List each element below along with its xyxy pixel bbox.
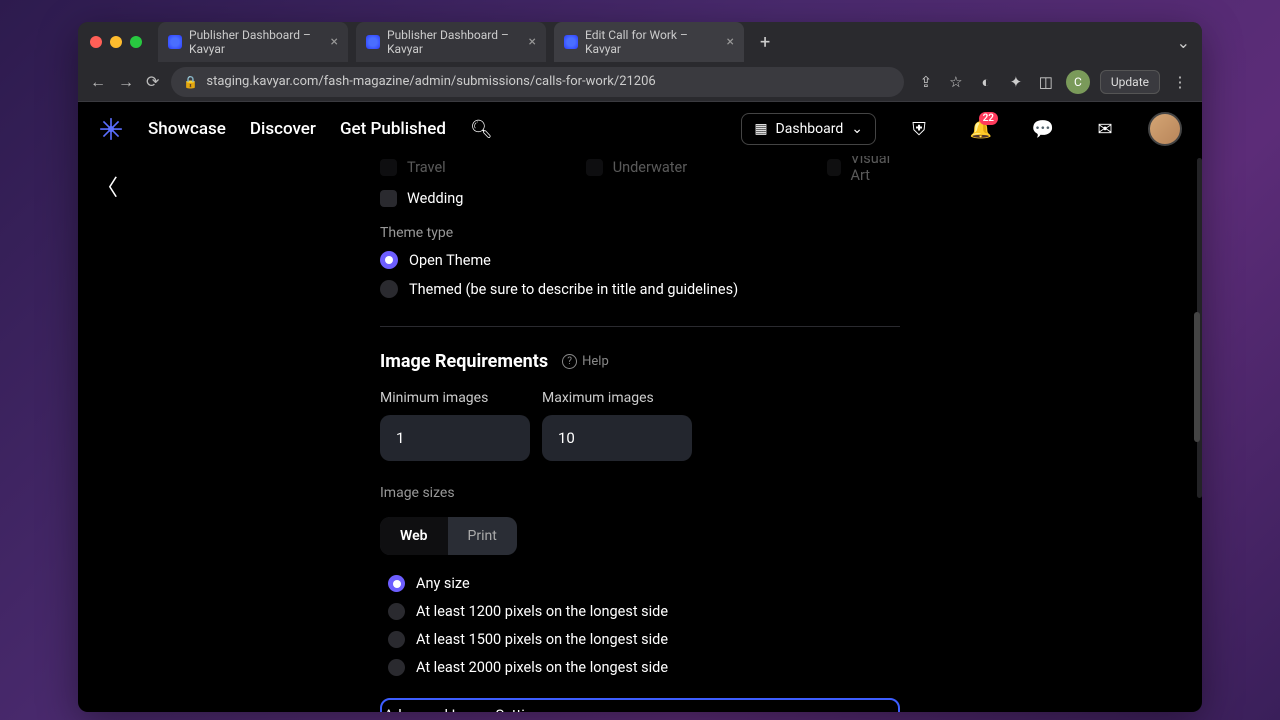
tab-title: Edit Call for Work – Kavyar	[585, 28, 720, 56]
url-text: staging.kavyar.com/fash-magazine/admin/s…	[206, 74, 655, 89]
favicon-icon	[366, 35, 380, 49]
shield-icon[interactable]: ⛨	[900, 110, 938, 148]
form-scroll-area[interactable]: Travel Underwater Visual Art Wedding The…	[78, 156, 1202, 712]
dashboard-label: Dashboard	[776, 121, 844, 137]
search-icon[interactable]: 🔍︎	[470, 119, 493, 140]
section-title: Image Requirements	[380, 351, 548, 372]
bookmark-icon[interactable]: ☆	[946, 72, 966, 92]
segment-print[interactable]: Print	[448, 517, 517, 555]
close-tab-icon[interactable]: ×	[529, 34, 536, 50]
checkbox-visual-art[interactable]: Visual Art	[827, 156, 900, 184]
help-icon: ?	[562, 354, 577, 369]
close-tab-icon[interactable]: ×	[727, 34, 734, 50]
back-icon[interactable]: ←	[90, 72, 106, 92]
chat-icon[interactable]: 💬	[1024, 110, 1062, 148]
inbox-icon[interactable]: ✉	[1086, 110, 1124, 148]
app-navbar: Showcase Discover Get Published 🔍︎ ▦ Das…	[78, 102, 1202, 156]
url-input[interactable]: 🔒 staging.kavyar.com/fash-magazine/admin…	[171, 67, 903, 97]
maximize-window-icon[interactable]	[130, 36, 142, 48]
nav-get-published[interactable]: Get Published	[340, 119, 446, 139]
image-sizes-label: Image sizes	[380, 485, 900, 501]
reload-icon[interactable]: ⟳	[146, 72, 159, 91]
checkbox-underwater[interactable]: Underwater	[586, 156, 687, 184]
max-images-input[interactable]	[542, 415, 692, 461]
radio-size-any[interactable]: Any size	[388, 575, 900, 592]
menu-icon[interactable]: ⋮	[1170, 72, 1190, 92]
puzzle-icon[interactable]: ✦	[1006, 72, 1026, 92]
favicon-icon	[564, 35, 578, 49]
kavyar-logo-icon[interactable]	[98, 116, 124, 142]
nav-discover[interactable]: Discover	[250, 119, 316, 139]
notifications-icon[interactable]: 🔔22	[962, 110, 1000, 148]
tab-title: Publisher Dashboard – Kavyar	[387, 28, 522, 56]
tabs-menu-icon[interactable]: ⌄	[1177, 33, 1190, 52]
checkbox-wedding[interactable]: Wedding	[380, 190, 900, 207]
call-for-work-form: Travel Underwater Visual Art Wedding The…	[380, 156, 900, 712]
back-button[interactable]: 〈	[96, 170, 118, 202]
radio-size-2000[interactable]: At least 2000 pixels on the longest side	[388, 659, 900, 676]
image-requirements-header: Image Requirements ?Help	[380, 351, 900, 372]
browser-tab-active[interactable]: Edit Call for Work – Kavyar ×	[554, 22, 744, 62]
minimize-window-icon[interactable]	[110, 36, 122, 48]
browser-tab[interactable]: Publisher Dashboard – Kavyar ×	[158, 22, 348, 62]
checkbox-travel[interactable]: Travel	[380, 156, 446, 184]
radio-size-1200[interactable]: At least 1200 pixels on the longest side	[388, 603, 900, 620]
close-window-icon[interactable]	[90, 36, 102, 48]
dashboard-menu[interactable]: ▦ Dashboard ⌄	[741, 113, 876, 145]
extension-icon[interactable]: ◐	[976, 72, 996, 92]
profile-avatar[interactable]: C	[1066, 70, 1090, 94]
address-bar: ← → ⟳ 🔒 staging.kavyar.com/fash-magazine…	[78, 62, 1202, 102]
favicon-icon	[168, 35, 182, 49]
close-tab-icon[interactable]: ×	[331, 34, 338, 50]
user-avatar[interactable]	[1148, 112, 1182, 146]
section-divider	[380, 326, 900, 327]
advanced-label: Advanced Image Settings	[384, 707, 548, 712]
min-images-input[interactable]	[380, 415, 530, 461]
window-controls	[90, 36, 142, 48]
update-button[interactable]: Update	[1100, 70, 1160, 94]
browser-tab[interactable]: Publisher Dashboard – Kavyar ×	[356, 22, 546, 62]
min-images-label: Minimum images	[380, 390, 530, 406]
segment-web[interactable]: Web	[380, 517, 448, 555]
radio-size-1500[interactable]: At least 1500 pixels on the longest side	[388, 631, 900, 648]
chevron-down-icon: ⌄	[851, 121, 863, 137]
max-images-label: Maximum images	[542, 390, 692, 406]
help-link[interactable]: ?Help	[562, 354, 609, 369]
theme-type-label: Theme type	[380, 225, 900, 241]
nav-showcase[interactable]: Showcase	[148, 119, 226, 139]
browser-actions: ⇪ ☆ ◐ ✦ ◫ C Update ⋮	[916, 70, 1190, 94]
share-icon[interactable]: ⇪	[916, 72, 936, 92]
tab-title: Publisher Dashboard – Kavyar	[189, 28, 324, 56]
browser-titlebar: Publisher Dashboard – Kavyar × Publisher…	[78, 22, 1202, 62]
radio-open-theme[interactable]: Open Theme	[380, 251, 900, 269]
app-viewport: Showcase Discover Get Published 🔍︎ ▦ Das…	[78, 102, 1202, 712]
sidepanel-icon[interactable]: ◫	[1036, 72, 1056, 92]
notification-badge: 22	[979, 112, 998, 125]
grid-icon: ▦	[754, 121, 767, 137]
browser-scrollbar[interactable]	[1194, 312, 1200, 442]
radio-themed[interactable]: Themed (be sure to describe in title and…	[380, 280, 900, 298]
browser-window: Publisher Dashboard – Kavyar × Publisher…	[78, 22, 1202, 712]
advanced-image-settings-toggle[interactable]: Advanced Image Settings ⌄	[380, 698, 900, 712]
lock-icon: 🔒	[183, 75, 198, 89]
size-mode-toggle: Web Print	[380, 517, 517, 555]
new-tab-button[interactable]: +	[752, 32, 778, 53]
forward-icon[interactable]: →	[118, 72, 134, 92]
chevron-down-icon: ⌄	[558, 707, 570, 712]
